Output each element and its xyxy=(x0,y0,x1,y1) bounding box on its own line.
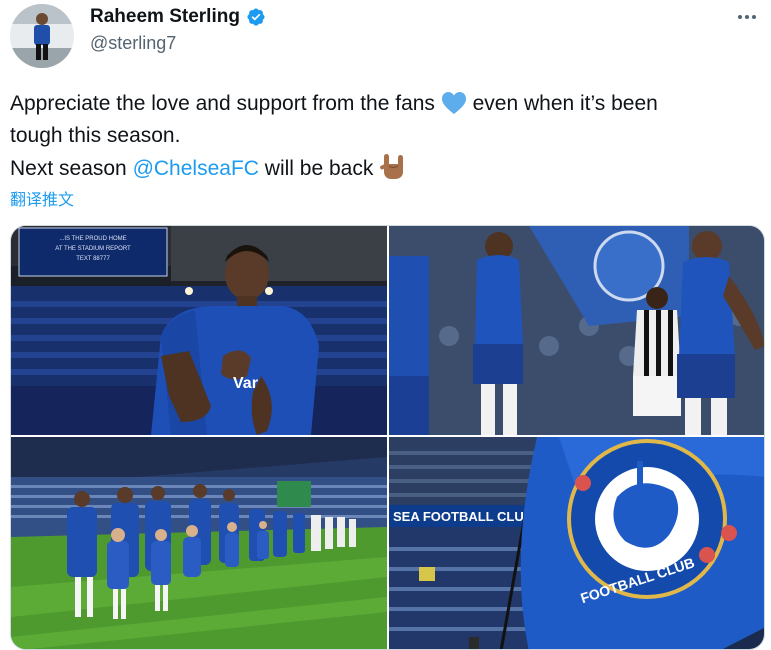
more-options-button[interactable] xyxy=(733,6,761,28)
tweet-text-segment: Next season xyxy=(10,157,133,180)
author-name-row[interactable]: Raheem Sterling xyxy=(90,6,266,28)
tweet-text-segment: Appreciate the love and support from the… xyxy=(10,92,441,115)
player-stadium-photo: ...IS THE PROUD HOME AT THE STADIUM REPO… xyxy=(11,226,387,435)
tweet-text-segment: even when it’s been xyxy=(466,92,658,115)
media-grid: ...IS THE PROUD HOME AT THE STADIUM REPO… xyxy=(10,225,765,650)
chelsea-flag-photo: SEA FOOTBALL CLUB FOOTBALL CLUB xyxy=(389,437,764,649)
shirt-sponsor-text: Var xyxy=(233,375,258,392)
photo-4[interactable]: SEA FOOTBALL CLUB FOOTBALL CLUB xyxy=(389,437,764,649)
dot-icon xyxy=(745,15,749,19)
dot-icon xyxy=(738,15,742,19)
photo-1[interactable]: ...IS THE PROUD HOME AT THE STADIUM REPO… xyxy=(11,226,387,435)
tweet-line-1: Appreciate the love and support from the… xyxy=(10,88,760,120)
avatar-image xyxy=(10,4,74,68)
tweet-line-3: Next season @ChelseaFC will be back xyxy=(10,152,760,185)
tweet-text: Appreciate the love and support from the… xyxy=(10,88,760,185)
players-walking-photo xyxy=(389,226,764,435)
mention-link[interactable]: @ChelseaFC xyxy=(133,157,259,180)
tweet-line-2: tough this season. xyxy=(10,124,181,147)
photo-3[interactable] xyxy=(11,437,387,649)
translate-tweet-link[interactable]: 翻译推文 xyxy=(10,186,74,210)
tweet-text-segment: will be back xyxy=(258,157,380,180)
sign-text-3: TEXT 88777 xyxy=(76,256,110,262)
dot-icon xyxy=(752,15,756,19)
blue-heart-icon xyxy=(441,92,466,114)
display-name[interactable]: Raheem Sterling xyxy=(90,6,240,28)
sign-of-horns-icon xyxy=(380,154,404,179)
sign-text-2: AT THE STADIUM REPORT xyxy=(55,246,131,252)
photo-2[interactable] xyxy=(389,226,764,435)
author-handle[interactable]: @sterling7 xyxy=(90,33,176,54)
sign-text-1: ...IS THE PROUD HOME xyxy=(59,236,126,242)
lineup-photo xyxy=(11,437,387,649)
avatar[interactable] xyxy=(10,4,74,68)
stadium-banner-text: SEA FOOTBALL CLUB xyxy=(393,509,533,524)
verified-badge-icon xyxy=(247,8,265,26)
